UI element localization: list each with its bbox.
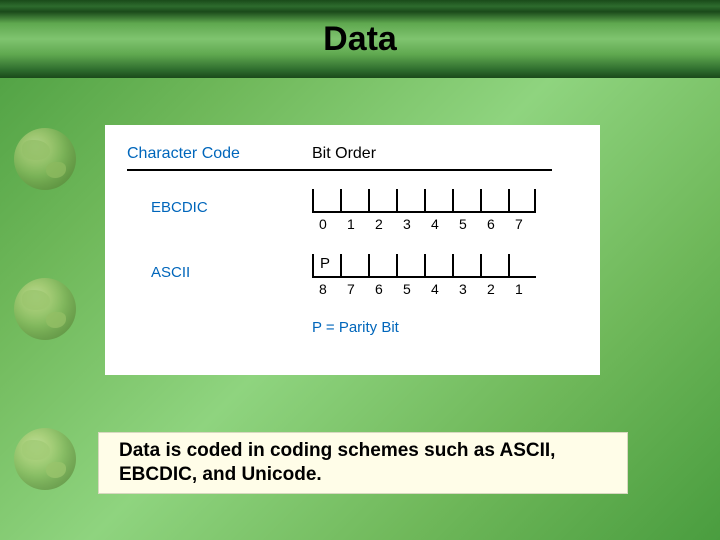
bit-number: 3 [396, 216, 424, 232]
diagram-row: ASCII P 87654321 [127, 254, 578, 297]
header-bit-order: Bit Order [312, 145, 376, 163]
title-bar: Data [0, 0, 720, 78]
bit-numbers: 87654321 [312, 281, 536, 297]
bit-number: 7 [508, 216, 536, 232]
bit-number: 5 [396, 281, 424, 297]
tick [508, 189, 536, 213]
tick [424, 254, 452, 278]
bit-number: 6 [368, 281, 396, 297]
tick [480, 189, 508, 213]
bit-number: 6 [480, 216, 508, 232]
tick [396, 189, 424, 213]
globe-icon [14, 278, 76, 340]
tick [452, 189, 480, 213]
header-character-code: Character Code [127, 145, 312, 163]
globe-icon [14, 428, 76, 490]
diagram-header: Character Code Bit Order [127, 145, 578, 163]
bit-diagram: P 87654321 [312, 254, 536, 297]
tick [508, 254, 536, 278]
bit-diagram: 01234567 [312, 189, 536, 232]
tick [368, 254, 396, 278]
bit-number: 1 [508, 281, 536, 297]
bit-number: 2 [368, 216, 396, 232]
tick [340, 189, 368, 213]
bit-number: 8 [312, 281, 340, 297]
tick-container: P [312, 254, 536, 278]
tick [480, 254, 508, 278]
bit-number: 5 [452, 216, 480, 232]
caption-box: Data is coded in coding schemes such as … [98, 432, 628, 494]
tick-container [312, 189, 536, 213]
globe-icon [14, 128, 76, 190]
bit-number: 3 [452, 281, 480, 297]
bit-number: 7 [340, 281, 368, 297]
parity-note: P = Parity Bit [312, 319, 578, 336]
diagram-row: EBCDIC01234567 [127, 189, 578, 232]
row-label: EBCDIC [127, 189, 312, 216]
bit-number: 1 [340, 216, 368, 232]
divider [127, 169, 552, 171]
slide-title: Data [323, 20, 397, 59]
tick [340, 254, 368, 278]
tick [424, 189, 452, 213]
tick [368, 189, 396, 213]
tick [312, 189, 340, 213]
bit-number: 4 [424, 281, 452, 297]
bit-number: 2 [480, 281, 508, 297]
tick [452, 254, 480, 278]
caption-text: Data is coded in coding schemes such as … [119, 439, 607, 488]
bit-number: 4 [424, 216, 452, 232]
diagram-panel: Character Code Bit Order EBCDIC01234567A… [105, 125, 600, 375]
bit-numbers: 01234567 [312, 216, 536, 232]
tick [396, 254, 424, 278]
parity-mark: P [320, 255, 330, 272]
row-label: ASCII [127, 254, 312, 281]
bit-number: 0 [312, 216, 340, 232]
